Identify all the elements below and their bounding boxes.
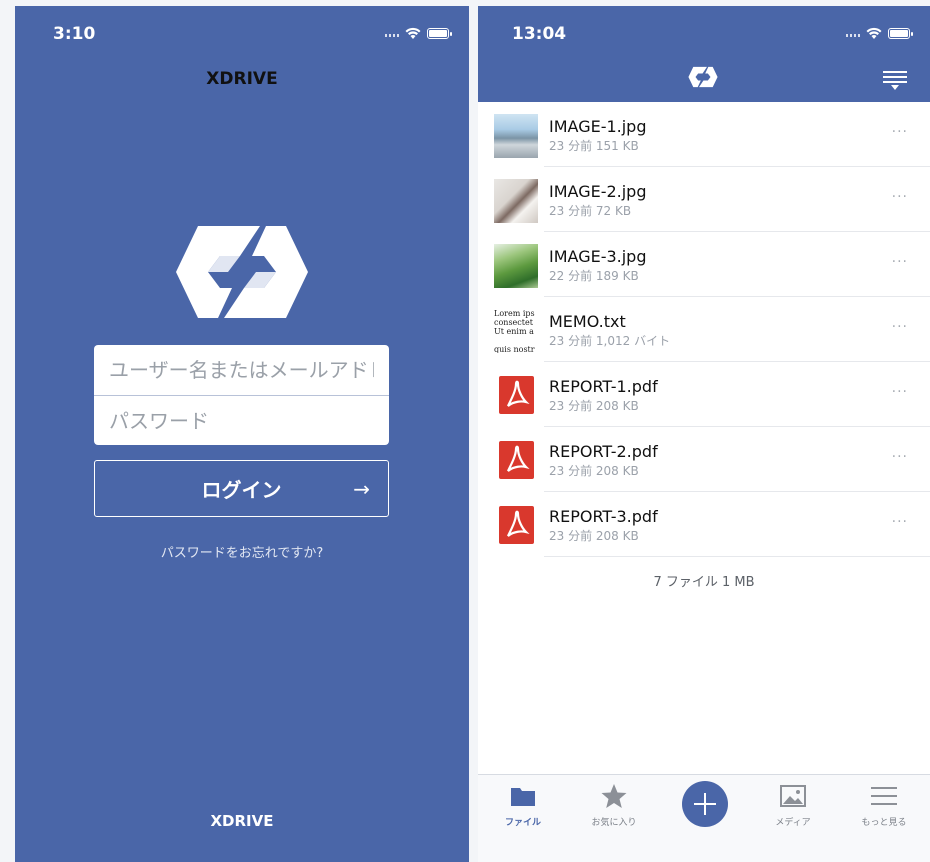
tab-files[interactable]: ファイル [483, 783, 563, 828]
memo-preview-line: quis nostr [494, 345, 535, 353]
file-row[interactable]: IMAGE-1.jpg 23 分前 151 KB ··· [478, 102, 930, 167]
username-input[interactable] [107, 357, 376, 383]
status-bar: 13:04 [478, 6, 930, 60]
file-meta: 23 分前 208 KB [549, 464, 639, 478]
status-bar: 3:10 [15, 6, 469, 60]
tab-label: もっと見る [861, 818, 907, 828]
file-meta: 22 分前 189 KB [549, 269, 639, 283]
password-input[interactable] [107, 407, 376, 434]
status-time: 13:04 [512, 24, 567, 44]
signal-icon [385, 34, 401, 37]
file-row[interactable]: REPORT-2.pdf 23 分前 208 KB ··· [478, 427, 930, 492]
wifi-icon [405, 27, 421, 39]
pdf-icon [499, 441, 534, 479]
pdf-icon [499, 376, 534, 414]
login-button[interactable]: ログイン → [94, 460, 389, 517]
battery-icon [427, 28, 452, 39]
arrow-right-icon: → [353, 477, 370, 501]
text-thumbnail: Lorem ips consectet Ut enim a quis nostr [494, 309, 538, 353]
file-meta: 23 分前 208 KB [549, 399, 639, 413]
more-icon[interactable]: ··· [892, 514, 908, 530]
tab-label: メディア [775, 818, 811, 828]
wifi-icon [866, 27, 882, 39]
file-row[interactable]: REPORT-1.pdf 23 分前 208 KB ··· [478, 362, 930, 427]
memo-preview-line: Lorem ips [494, 309, 535, 318]
file-meta: 23 分前 1,012 バイト [549, 334, 671, 348]
more-icon[interactable]: ··· [892, 189, 908, 205]
tab-label: ファイル [504, 818, 541, 828]
star-icon [601, 784, 627, 808]
memo-preview-line [494, 336, 538, 345]
login-button-label: ログイン [201, 478, 282, 502]
more-icon[interactable]: ··· [892, 449, 908, 465]
status-time: 3:10 [53, 24, 96, 44]
file-row[interactable]: REPORT-3.pdf 23 分前 208 KB ··· [478, 492, 930, 557]
file-name: REPORT-3.pdf [549, 507, 658, 526]
file-meta: 23 分前 72 KB [549, 204, 632, 218]
files-screen: 13:04 IMAGE-1.jpg 23 分前 151 KB ··· IMAGE… [478, 6, 930, 862]
memo-preview-line: consectet [494, 318, 533, 327]
hamburger-icon [871, 787, 897, 805]
folder-icon [511, 788, 535, 806]
plus-icon [694, 793, 716, 815]
password-field-container [94, 395, 389, 445]
file-name: IMAGE-2.jpg [549, 182, 647, 201]
file-row[interactable]: IMAGE-3.jpg 22 分前 189 KB ··· [478, 232, 930, 297]
xdrive-logo-icon [688, 66, 718, 88]
login-form [94, 345, 389, 445]
sort-menu-icon[interactable] [882, 69, 908, 91]
tab-media[interactable]: メディア [753, 783, 833, 828]
file-name: MEMO.txt [549, 312, 626, 331]
tab-favorites[interactable]: お気に入り [574, 783, 654, 828]
image-thumbnail [494, 244, 538, 288]
more-icon[interactable]: ··· [892, 384, 908, 400]
battery-icon [888, 28, 913, 39]
file-meta: 23 分前 151 KB [549, 139, 639, 153]
image-thumbnail [494, 179, 538, 223]
signal-icon [846, 34, 862, 37]
file-name: REPORT-2.pdf [549, 442, 658, 461]
image-icon [780, 785, 806, 807]
file-row[interactable]: Lorem ips consectet Ut enim a quis nostr… [478, 297, 930, 362]
more-icon[interactable]: ··· [892, 124, 908, 140]
more-icon[interactable]: ··· [892, 254, 908, 270]
file-row[interactable]: IMAGE-2.jpg 23 分前 72 KB ··· [478, 167, 930, 232]
username-field-container [94, 345, 389, 395]
pdf-icon [499, 506, 534, 544]
image-thumbnail [494, 114, 538, 158]
tab-label: お気に入り [591, 818, 637, 828]
memo-preview-line: Ut enim a [494, 327, 534, 336]
file-name: REPORT-1.pdf [549, 377, 658, 396]
login-screen: 3:10 XDRIVE ログイン → パスワードをお忘れですか? XDRIVE [15, 6, 469, 862]
app-title: XDRIVE [206, 69, 278, 89]
more-icon[interactable]: ··· [892, 319, 908, 335]
file-meta: 23 分前 208 KB [549, 529, 639, 543]
tab-more[interactable]: もっと見る [844, 783, 924, 828]
file-name: IMAGE-3.jpg [549, 247, 647, 266]
file-name: IMAGE-1.jpg [549, 117, 647, 136]
navigation-bar: 13:04 [478, 6, 930, 102]
file-summary: 7 ファイル 1 MB [653, 575, 755, 590]
forgot-password-link[interactable]: パスワードをお忘れですか? [15, 542, 469, 561]
footer-brand: XDRIVE [210, 812, 274, 830]
add-button[interactable] [682, 781, 728, 827]
file-list: IMAGE-1.jpg 23 分前 151 KB ··· IMAGE-2.jpg… [478, 102, 930, 557]
xdrive-logo-icon [176, 226, 308, 318]
